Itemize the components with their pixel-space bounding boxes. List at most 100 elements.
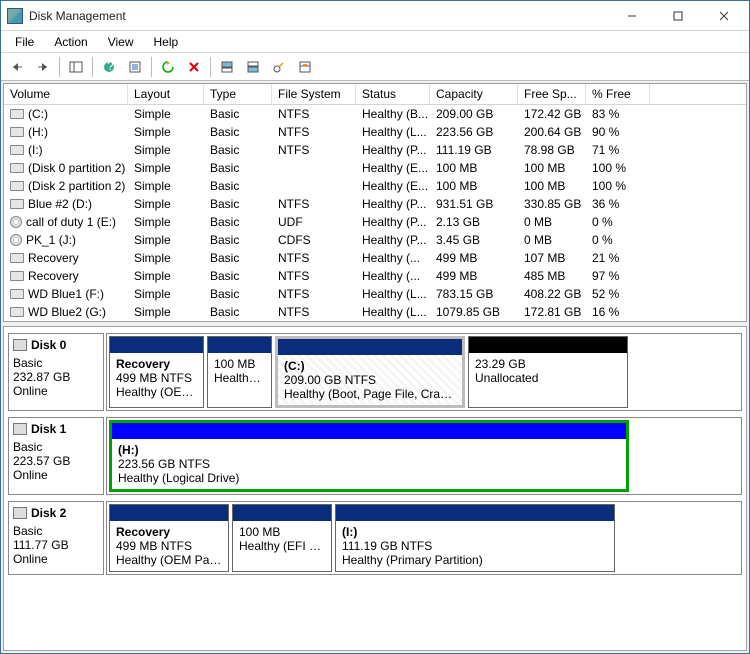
col-layout[interactable]: Layout [128, 84, 204, 104]
partition-box[interactable]: (C:)209.00 GB NTFSHealthy (Boot, Page Fi… [275, 336, 465, 408]
disk-name: Disk 1 [31, 422, 66, 436]
partition-size: 111.19 GB NTFS [342, 539, 432, 553]
partition-box[interactable]: (H:)223.56 GB NTFSHealthy (Logical Drive… [109, 420, 629, 492]
volume-free: 330.85 GB [518, 195, 586, 213]
volume-name-cell: Recovery [4, 267, 128, 285]
volume-name: Recovery [28, 251, 79, 265]
layout-button[interactable] [293, 55, 317, 79]
col-volume[interactable]: Volume [4, 84, 128, 104]
partition-box[interactable]: 100 MBHealthy (EF [207, 336, 272, 408]
volume-row[interactable]: PK_1 (J:)SimpleBasicCDFSHealthy (P...3.4… [4, 231, 746, 249]
volume-name: WD Blue2 (G:) [28, 305, 106, 319]
disk-info[interactable]: Disk 0Basic232.87 GBOnline [8, 333, 104, 411]
volume-row[interactable]: RecoverySimpleBasicNTFSHealthy (...499 M… [4, 249, 746, 267]
volume-name: (C:) [28, 107, 48, 121]
volume-row[interactable]: (Disk 2 partition 2)SimpleBasicHealthy (… [4, 177, 746, 195]
volume-status: Healthy (P... [356, 231, 430, 249]
volume-layout: Simple [128, 285, 204, 303]
partition-box[interactable]: 100 MBHealthy (EFI Syst [232, 504, 332, 572]
volume-icon [10, 289, 24, 299]
volume-row[interactable]: RecoverySimpleBasicNTFSHealthy (...499 M… [4, 267, 746, 285]
volume-layout: Simple [128, 303, 204, 321]
volume-row[interactable]: call of duty 1 (E:)SimpleBasicUDFHealthy… [4, 213, 746, 231]
properties-button[interactable] [123, 55, 147, 79]
disk-graphical-view[interactable]: Disk 0Basic232.87 GBOnlineRecovery499 MB… [3, 326, 747, 651]
volume-fs: CDFS [272, 231, 356, 249]
close-button[interactable] [701, 1, 747, 31]
volume-name-cell: (I:) [4, 141, 128, 159]
menu-action[interactable]: Action [44, 33, 97, 51]
col-type[interactable]: Type [204, 84, 272, 104]
volume-type: Basic [204, 195, 272, 213]
volume-type: Basic [204, 303, 272, 321]
partition-body: 100 MBHealthy (EF [208, 353, 271, 389]
menu-file[interactable]: File [5, 33, 44, 51]
partition-size: 100 MB [239, 525, 280, 539]
volume-row[interactable]: WD Blue1 (F:)SimpleBasicNTFSHealthy (L..… [4, 285, 746, 303]
partition-header-bar [208, 337, 271, 353]
volume-status: Healthy (L... [356, 303, 430, 321]
partition-box[interactable]: Recovery499 MB NTFSHealthy (OEM P [109, 336, 204, 408]
forward-button[interactable] [31, 55, 55, 79]
volume-pctfree: 83 % [586, 105, 650, 123]
disk-row: Disk 2Basic111.77 GBOnlineRecovery499 MB… [8, 501, 742, 575]
cd-icon [10, 234, 22, 246]
volume-fs: NTFS [272, 141, 356, 159]
view-bottom-button[interactable] [241, 55, 265, 79]
partition-header-bar [112, 423, 626, 439]
partition-box[interactable]: Recovery499 MB NTFSHealthy (OEM Partitio… [109, 504, 229, 572]
volume-free: 408.22 GB [518, 285, 586, 303]
volume-row[interactable]: Blue #2 (D:)SimpleBasicNTFSHealthy (P...… [4, 195, 746, 213]
disk-info[interactable]: Disk 2Basic111.77 GBOnline [8, 501, 104, 575]
volume-row[interactable]: (C:)SimpleBasicNTFSHealthy (B...209.00 G… [4, 105, 746, 123]
back-button[interactable] [5, 55, 29, 79]
volume-icon [10, 199, 24, 209]
volume-name: (H:) [28, 125, 48, 139]
volume-free: 485 MB [518, 267, 586, 285]
volume-type: Basic [204, 177, 272, 195]
col-freespace[interactable]: Free Sp... [518, 84, 586, 104]
volume-layout: Simple [128, 105, 204, 123]
partition-box[interactable]: 23.29 GBUnallocated [468, 336, 628, 408]
titlebar[interactable]: Disk Management [1, 1, 749, 31]
col-status[interactable]: Status [356, 84, 430, 104]
volume-row[interactable]: (I:)SimpleBasicNTFSHealthy (P...111.19 G… [4, 141, 746, 159]
minimize-button[interactable] [609, 1, 655, 31]
volume-name: (I:) [28, 143, 43, 157]
refresh-button[interactable] [156, 55, 180, 79]
partition-body: (H:)223.56 GB NTFSHealthy (Logical Drive… [112, 439, 626, 489]
disk-info[interactable]: Disk 1Basic223.57 GBOnline [8, 417, 104, 495]
volume-list[interactable]: Volume Layout Type File System Status Ca… [3, 83, 747, 322]
toolbar-separator [59, 57, 60, 77]
menu-view[interactable]: View [98, 33, 144, 51]
content-area: Volume Layout Type File System Status Ca… [1, 81, 749, 653]
toolbar-separator [92, 57, 93, 77]
disk-size: 223.57 GB [13, 454, 99, 468]
delete-button[interactable] [182, 55, 206, 79]
volume-fs: NTFS [272, 249, 356, 267]
col-filesystem[interactable]: File System [272, 84, 356, 104]
show-hide-tree-button[interactable] [64, 55, 88, 79]
volume-type: Basic [204, 213, 272, 231]
menu-help[interactable]: Help [144, 33, 189, 51]
partition-status: Healthy (Logical Drive) [118, 471, 239, 485]
volume-row[interactable]: (Disk 0 partition 2)SimpleBasicHealthy (… [4, 159, 746, 177]
view-top-button[interactable] [215, 55, 239, 79]
volume-name: (Disk 2 partition 2) [28, 179, 125, 193]
partition-box[interactable]: (I:)111.19 GB NTFSHealthy (Primary Parti… [335, 504, 615, 572]
help-button[interactable]: ? [97, 55, 121, 79]
partition-title: (H:) [118, 443, 139, 457]
volume-row[interactable]: (H:)SimpleBasicNTFSHealthy (L...223.56 G… [4, 123, 746, 141]
col-capacity[interactable]: Capacity [430, 84, 518, 104]
partition-body: (I:)111.19 GB NTFSHealthy (Primary Parti… [336, 521, 614, 571]
app-icon [7, 8, 23, 24]
volume-free: 172.42 GB [518, 105, 586, 123]
toolbar-separator [151, 57, 152, 77]
volume-layout: Simple [128, 231, 204, 249]
volume-type: Basic [204, 249, 272, 267]
volume-row[interactable]: WD Blue2 (G:)SimpleBasicNTFSHealthy (L..… [4, 303, 746, 321]
settings-button[interactable] [267, 55, 291, 79]
partition-header-bar [278, 339, 462, 355]
col-pctfree[interactable]: % Free [586, 84, 650, 104]
maximize-button[interactable] [655, 1, 701, 31]
